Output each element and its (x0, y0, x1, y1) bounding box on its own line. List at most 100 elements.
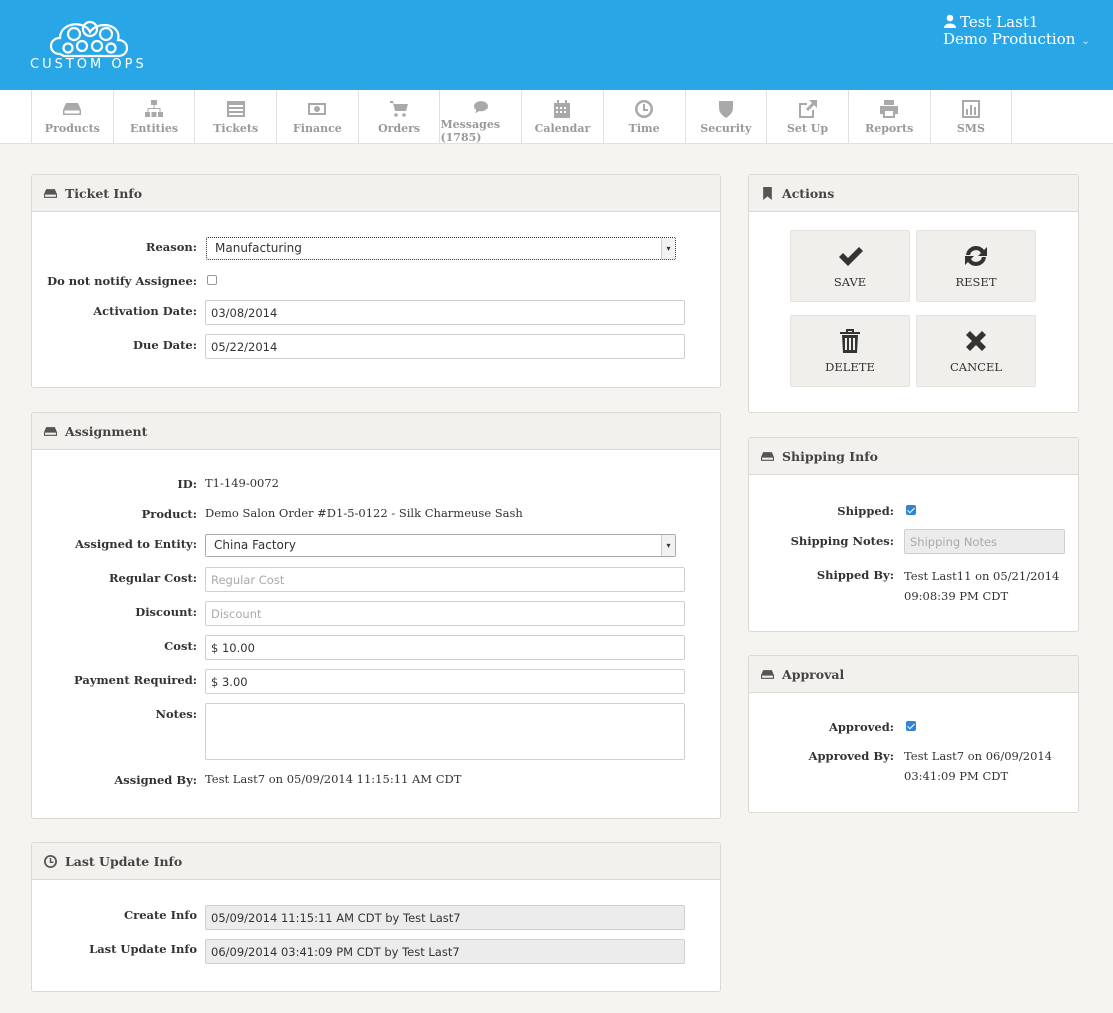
cost-input[interactable] (205, 635, 685, 660)
nav-label: Finance (293, 122, 342, 135)
panel-header: Last Update Info (32, 843, 720, 880)
logo-text: CUSTOM OPS (30, 57, 147, 72)
panel-title: Assignment (65, 423, 148, 439)
chevron-down-icon: ⌄ (1081, 36, 1090, 47)
approved-by-line: 03:41:09 PM CDT (904, 769, 1009, 783)
notes-textarea[interactable] (205, 703, 685, 760)
nav-products[interactable]: Products (32, 90, 114, 144)
last-update-info-label: Last Update Info (89, 942, 197, 956)
panel-title: Shipping Info (782, 448, 878, 464)
cancel-button[interactable]: CANCEL (916, 315, 1036, 387)
approved-by-line: Test Last7 on 06/09/2014 (904, 749, 1053, 763)
shipped-by-line: 09:08:39 PM CDT (904, 589, 1009, 603)
regular-cost-label: Regular Cost: (108, 571, 197, 585)
list-icon (226, 101, 245, 117)
reason-select[interactable]: Manufacturing ▾ (206, 237, 676, 260)
main-nav: Products Entities Tickets Finance Orders… (0, 90, 1113, 144)
nav-label: Set Up (786, 122, 829, 135)
external-link-icon (798, 100, 817, 118)
nav-label: Reports (865, 122, 914, 135)
top-header: CUSTOM OPS Test Last1 Demo Production ⌄ (0, 0, 1113, 90)
panel-header: Actions (749, 175, 1078, 212)
entity-value: China Factory (214, 538, 296, 552)
drive-icon (761, 669, 774, 679)
shipped-by-value: Test Last11 on 05/21/2014 09:08:39 PM CD… (904, 566, 1059, 606)
ticket-info-panel: Ticket Info Reason: Manufacturing ▾ Do n… (31, 174, 721, 388)
delete-label: DELETE (825, 360, 875, 374)
shipping-notes-input[interactable] (904, 529, 1065, 554)
nav-calendar[interactable]: Calendar (522, 90, 604, 144)
activation-date-label: Activation Date: (93, 304, 197, 318)
nav-finance[interactable]: Finance (277, 90, 359, 144)
cart-icon (390, 101, 409, 117)
sitemap-icon (145, 100, 164, 117)
nav-tickets[interactable]: Tickets (195, 90, 278, 144)
panel-title: Actions (782, 185, 835, 201)
payment-required-label: Payment Required: (74, 673, 197, 687)
drive-icon (761, 451, 774, 461)
save-label: SAVE (833, 275, 867, 289)
shield-icon (718, 101, 733, 118)
reason-value: Manufacturing (215, 241, 302, 255)
due-date-input[interactable] (205, 334, 685, 359)
nav-orders[interactable]: Orders (359, 90, 441, 144)
dropdown-arrow-icon: ▾ (661, 238, 675, 259)
last-update-panel: Last Update Info Create Info Last Update… (31, 842, 721, 992)
approved-label: Approved: (828, 720, 894, 734)
discount-input[interactable] (205, 601, 685, 626)
user-menu[interactable]: Test Last1 Demo Production ⌄ (943, 14, 1090, 50)
nav-label: Products (44, 122, 100, 135)
nav-label: SMS (956, 122, 985, 135)
assignment-panel: Assignment ID: T1-149-0072 Product: Demo… (31, 412, 721, 819)
close-icon (966, 331, 986, 351)
bookmark-icon (763, 186, 772, 200)
nav-security[interactable]: Security (686, 90, 768, 144)
create-info-field (205, 905, 685, 930)
nav-entities[interactable]: Entities (114, 90, 196, 144)
entity-select[interactable]: China Factory ▾ (205, 534, 676, 557)
shipping-notes-label: Shipping Notes: (790, 534, 894, 548)
nav-sms[interactable]: SMS (931, 90, 1013, 144)
due-date-label: Due Date: (133, 338, 197, 352)
panel-header: Approval (749, 656, 1078, 693)
shipped-checkbox[interactable] (906, 505, 916, 515)
approval-panel: Approval Approved: Approved By: Test Las… (748, 655, 1079, 813)
user-icon (944, 14, 956, 28)
dropdown-arrow-icon: ▾ (661, 535, 675, 556)
reset-button[interactable]: RESET (916, 230, 1036, 302)
nav-label: Calendar (534, 122, 591, 135)
delete-button[interactable]: DELETE (790, 315, 910, 387)
shipped-by-label: Shipped By: (816, 568, 894, 582)
notify-label: Do not notify Assignee: (47, 274, 197, 288)
reason-label: Reason: (145, 240, 197, 254)
create-info-label: Create Info (124, 908, 197, 922)
panel-title: Approval (782, 666, 845, 682)
company-name: Demo Production (943, 30, 1076, 48)
discount-label: Discount: (135, 605, 197, 619)
entity-label: Assigned to Entity: (74, 537, 197, 551)
bar-chart-icon (961, 100, 980, 118)
nav-label: Messages (1785) (440, 118, 501, 144)
nav-time[interactable]: Time (604, 90, 686, 144)
calendar-icon (554, 100, 571, 118)
shipping-info-panel: Shipping Info Shipped: Shipping Notes: S… (748, 437, 1079, 632)
nav-reports[interactable]: Reports (849, 90, 931, 144)
notify-checkbox[interactable] (207, 275, 217, 285)
nav-messages[interactable]: Messages (1785) (440, 90, 523, 144)
approved-by-label: Approved By: (808, 749, 894, 763)
panel-title: Last Update Info (65, 853, 183, 869)
activation-date-input[interactable] (205, 300, 685, 325)
save-button[interactable]: SAVE (790, 230, 910, 302)
nav-label: Entities (129, 122, 179, 135)
approved-checkbox[interactable] (906, 721, 916, 731)
clock-icon (44, 854, 57, 868)
payment-required-input[interactable] (205, 669, 685, 694)
nav-setup[interactable]: Set Up (767, 90, 849, 144)
product-value: Demo Salon Order #D1-5-0122 - Silk Charm… (205, 506, 523, 520)
actions-panel: Actions SAVE RESET DELETE CANCEL (748, 174, 1079, 413)
panel-header: Ticket Info (32, 175, 720, 212)
regular-cost-input[interactable] (205, 567, 685, 592)
panel-header: Assignment (32, 413, 720, 450)
drive-icon (44, 188, 57, 198)
nav-label: Time (628, 122, 660, 135)
